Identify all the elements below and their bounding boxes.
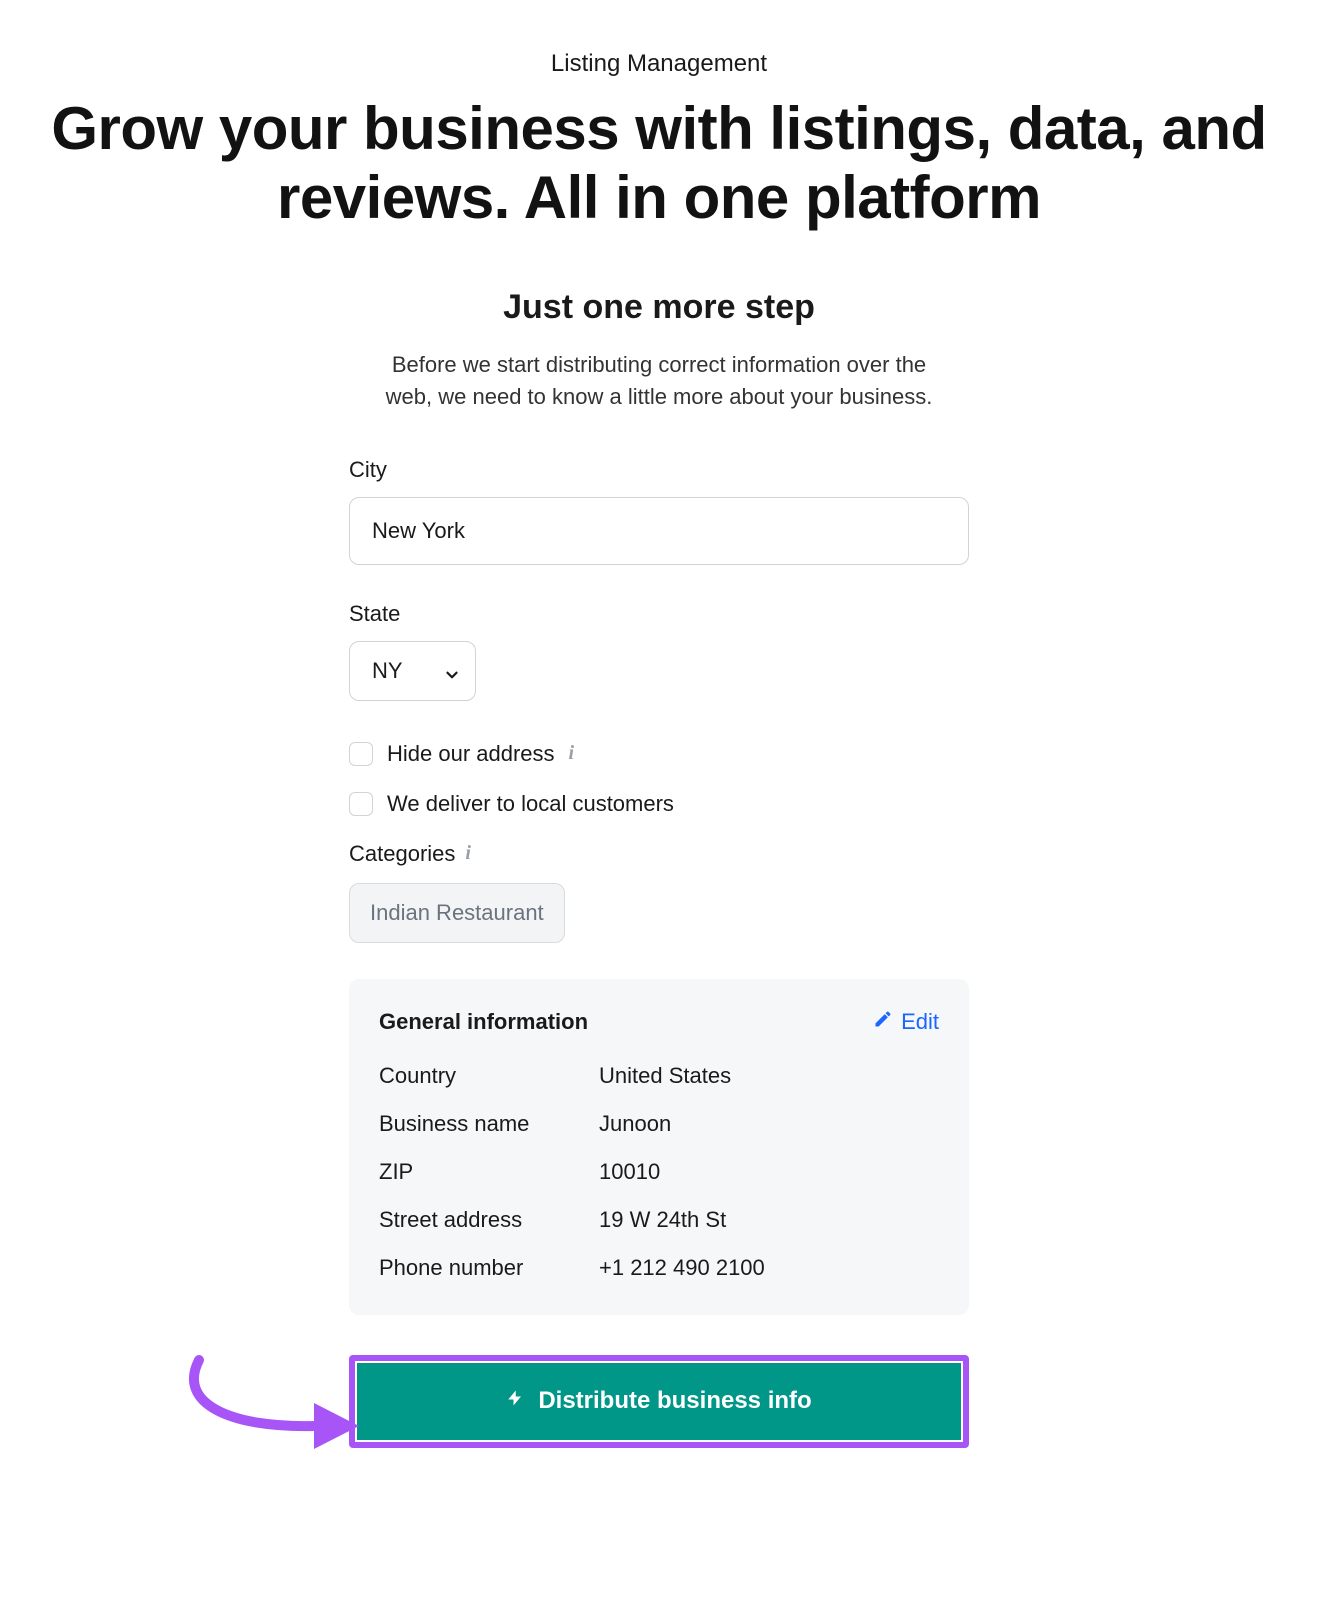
country-value: United States <box>599 1063 731 1089</box>
business-value: Junoon <box>599 1111 671 1137</box>
distribute-label: Distribute business info <box>538 1387 811 1415</box>
breadcrumb: Listing Management <box>40 50 1278 78</box>
distribute-button[interactable]: Distribute business info <box>357 1363 961 1440</box>
bolt-icon <box>506 1385 524 1418</box>
chevron-down-icon <box>443 664 457 678</box>
cta-highlight: Distribute business info <box>349 1355 969 1448</box>
deliver-checkbox[interactable] <box>349 792 373 816</box>
info-row-street: Street address 19 W 24th St <box>379 1207 939 1233</box>
state-label: State <box>349 601 969 627</box>
deliver-label: We deliver to local customers <box>387 791 674 817</box>
step-description: Before we start distributing correct inf… <box>373 349 945 413</box>
page-title: Grow your business with listings, data, … <box>40 94 1278 232</box>
edit-button[interactable]: Edit <box>873 1009 939 1035</box>
state-select[interactable]: NY <box>349 641 476 701</box>
categories-label: Categories <box>349 841 455 867</box>
hide-address-checkbox[interactable] <box>349 742 373 766</box>
country-key: Country <box>379 1063 599 1089</box>
city-input[interactable] <box>349 497 969 565</box>
edit-label: Edit <box>901 1009 939 1035</box>
info-icon[interactable]: i <box>569 742 575 765</box>
city-label: City <box>349 457 969 483</box>
card-title: General information <box>379 1009 588 1035</box>
categories-label-row: Categories i <box>349 841 969 867</box>
info-row-zip: ZIP 10010 <box>379 1159 939 1185</box>
info-row-business: Business name Junoon <box>379 1111 939 1137</box>
general-info-card: General information Edit Country United … <box>349 979 969 1315</box>
zip-key: ZIP <box>379 1159 599 1185</box>
phone-key: Phone number <box>379 1255 599 1281</box>
phone-value: +1 212 490 2100 <box>599 1255 765 1281</box>
zip-value: 10010 <box>599 1159 660 1185</box>
street-value: 19 W 24th St <box>599 1207 726 1233</box>
info-row-country: Country United States <box>379 1063 939 1089</box>
step-heading: Just one more step <box>349 288 969 327</box>
state-value: NY <box>372 658 403 684</box>
business-key: Business name <box>379 1111 599 1137</box>
deliver-row: We deliver to local customers <box>349 791 969 817</box>
info-row-phone: Phone number +1 212 490 2100 <box>379 1255 939 1281</box>
hide-address-label: Hide our address <box>387 741 555 767</box>
category-tag[interactable]: Indian Restaurant <box>349 883 565 943</box>
street-key: Street address <box>379 1207 599 1233</box>
pencil-icon <box>873 1009 893 1035</box>
info-icon[interactable]: i <box>465 842 471 865</box>
arrow-annotation <box>169 1348 364 1458</box>
hide-address-row: Hide our address i <box>349 741 969 767</box>
